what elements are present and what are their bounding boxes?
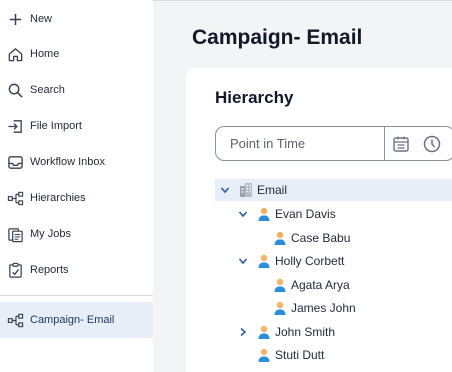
chevron-down-icon[interactable] <box>219 184 231 196</box>
file-import-icon <box>6 117 24 135</box>
sidebar-item-home[interactable]: Home <box>0 39 153 69</box>
person-icon <box>257 206 271 222</box>
point-in-time-field <box>215 126 452 161</box>
tree-node-james-john[interactable]: James John <box>273 297 356 319</box>
sidebar-item-campaign-email[interactable]: Campaign- Email <box>0 302 153 338</box>
sidebar-item-label: Workflow Inbox <box>30 156 105 168</box>
tree-node-email[interactable]: Email <box>215 179 452 201</box>
plus-icon <box>6 10 24 28</box>
reports-icon <box>6 261 24 279</box>
field-divider <box>384 127 385 160</box>
person-icon <box>257 253 271 269</box>
hierarchy-icon <box>6 189 24 207</box>
sidebar-item-label: File Import <box>30 120 82 132</box>
sidebar-item-hierarchies[interactable]: Hierarchies <box>0 183 153 213</box>
hierarchy-icon <box>6 311 24 329</box>
sidebar-item-label: New <box>30 13 53 25</box>
tree-node-agata-arya[interactable]: Agata Arya <box>273 274 350 296</box>
tree-node-label: Agata Arya <box>291 278 350 292</box>
sidebar-item-label: Reports <box>30 264 69 276</box>
tree-node-holly-corbett[interactable]: Holly Corbett <box>237 250 344 272</box>
clock-icon[interactable] <box>422 134 442 154</box>
sidebar-item-my-jobs[interactable]: My Jobs <box>0 219 153 249</box>
sidebar-item-file-import[interactable]: File Import <box>0 111 153 141</box>
tree-node-label: Evan Davis <box>275 207 336 221</box>
jobs-icon <box>6 225 24 243</box>
hierarchy-title: Hierarchy <box>215 88 294 107</box>
calendar-icon[interactable] <box>391 134 411 154</box>
page-title: Campaign- Email <box>192 26 363 49</box>
person-icon <box>273 230 287 246</box>
tree-node-label: Email <box>257 183 288 197</box>
inbox-icon <box>6 153 24 171</box>
chevron-down-icon[interactable] <box>237 208 249 220</box>
sidebar-item-search[interactable]: Search <box>0 75 153 105</box>
tree-node-evan-davis[interactable]: Evan Davis <box>237 203 336 225</box>
tree-node-label: Holly Corbett <box>275 254 345 268</box>
sidebar: New Home Search File Import Workflow Inb… <box>0 0 153 372</box>
hierarchy-card: Hierarchy Email Evan Davis <box>186 68 452 372</box>
person-icon <box>273 277 287 293</box>
person-icon <box>257 347 271 363</box>
person-icon <box>257 324 271 340</box>
sidebar-item-label: Search <box>30 84 65 96</box>
tree-node-case-babu[interactable]: Case Babu <box>273 227 350 249</box>
tree-node-stuti-dutt[interactable]: Stuti Dutt <box>237 344 324 366</box>
search-icon <box>6 81 24 99</box>
sidebar-item-label: Home <box>30 48 60 60</box>
sidebar-item-reports[interactable]: Reports <box>0 255 153 285</box>
chevron-down-icon[interactable] <box>237 255 249 267</box>
tree-node-label: James John <box>291 301 356 315</box>
sidebar-item-label: My Jobs <box>30 228 71 240</box>
tree-node-label: Case Babu <box>291 231 351 245</box>
building-icon <box>239 182 253 198</box>
tree-node-john-smith[interactable]: John Smith <box>237 321 335 343</box>
sidebar-divider <box>0 295 153 296</box>
point-in-time-input[interactable] <box>230 136 380 151</box>
chevron-right-icon[interactable] <box>237 326 249 338</box>
sidebar-item-label: Campaign- Email <box>30 314 115 326</box>
sidebar-item-new[interactable]: New <box>0 4 153 34</box>
tree-node-label: John Smith <box>275 325 336 339</box>
person-icon <box>273 300 287 316</box>
home-icon <box>6 45 24 63</box>
sidebar-item-label: Hierarchies <box>30 192 86 204</box>
sidebar-item-workflow-inbox[interactable]: Workflow Inbox <box>0 147 153 177</box>
tree-node-label: Stuti Dutt <box>275 348 325 362</box>
top-border <box>153 0 452 1</box>
